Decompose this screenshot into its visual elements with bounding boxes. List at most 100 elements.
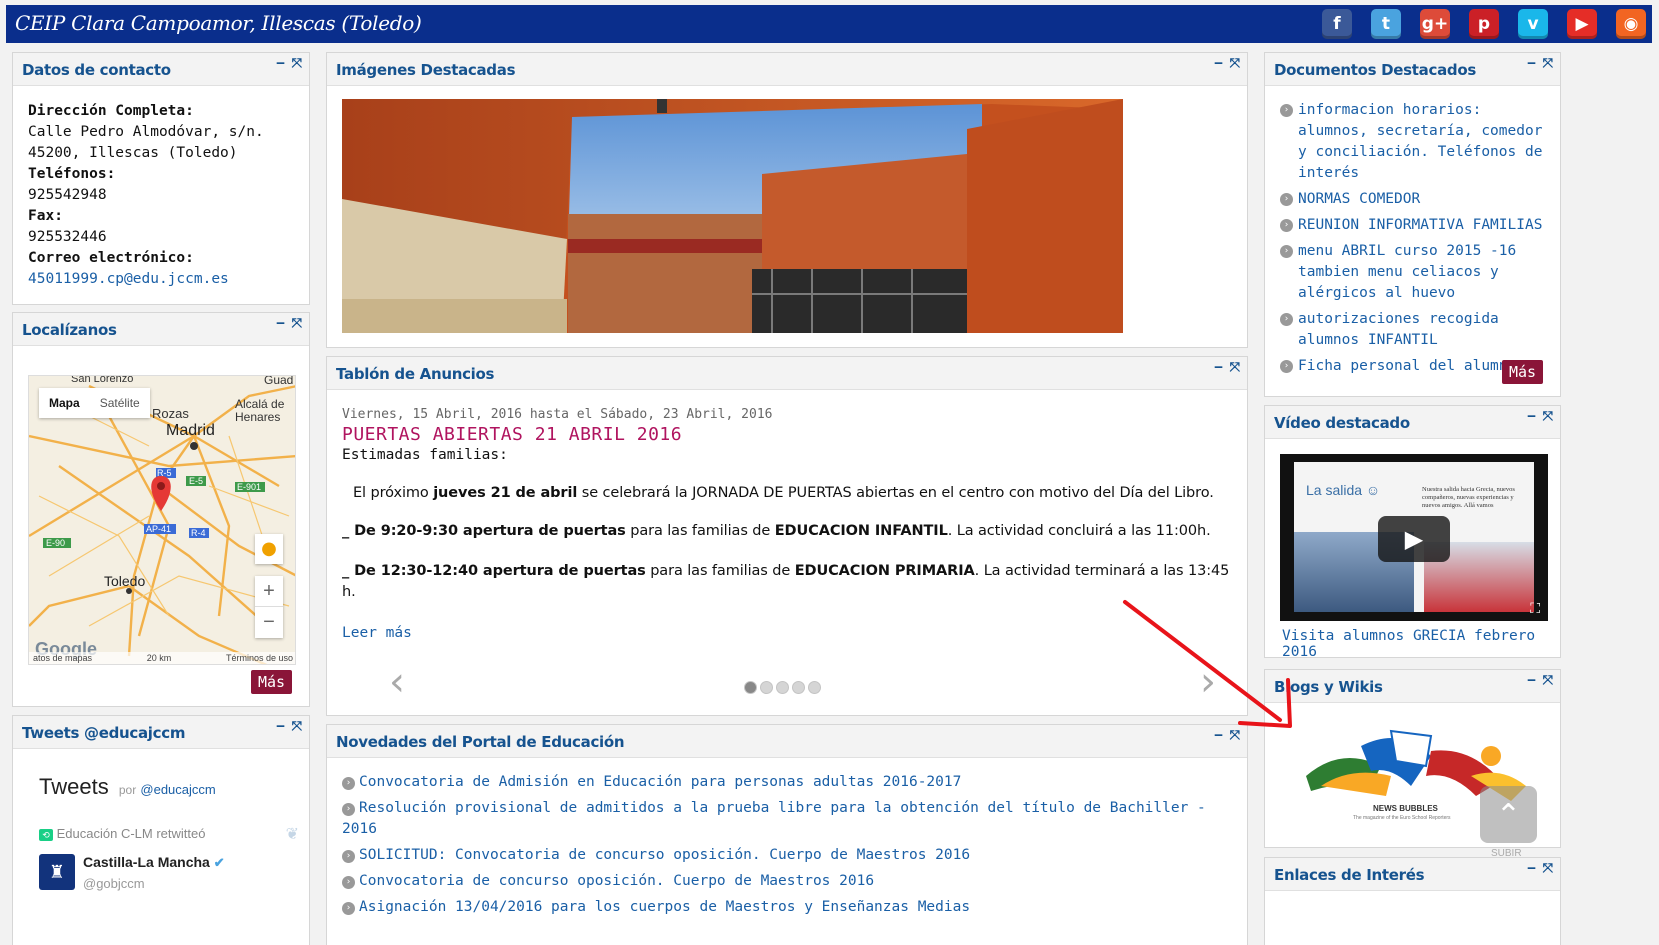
carousel-dot[interactable] xyxy=(808,681,821,694)
panel-header: Tweets @educajccm ‒ ⤧ xyxy=(13,716,309,749)
news-item[interactable]: › Convocatoria de Admisión en Educación p… xyxy=(342,772,1237,793)
vimeo-icon[interactable]: v xyxy=(1518,9,1548,39)
top-bar: CEIP Clara Campoamor, Illescas (Toledo) … xyxy=(6,5,1652,43)
panel-title: Vídeo destacado xyxy=(1274,414,1410,432)
minimize-icon[interactable]: ‒ xyxy=(1527,673,1536,688)
featured-photo[interactable] xyxy=(342,99,1123,333)
youtube-icon[interactable]: ▶ xyxy=(1567,9,1597,39)
document-link[interactable]: informacion horarios: alumnos, secretarí… xyxy=(1298,102,1542,181)
tweets-handle-link[interactable]: @educajccm xyxy=(140,782,215,797)
minimize-icon[interactable]: ‒ xyxy=(1527,861,1536,876)
author-handle[interactable]: @gobjccm xyxy=(83,876,145,891)
street-view-icon[interactable]: ● xyxy=(255,534,283,564)
carousel-dot[interactable] xyxy=(760,681,773,694)
panel-title: Datos de contacto xyxy=(22,61,171,79)
phone-value: 925542948 xyxy=(28,187,107,203)
maximize-icon[interactable]: ⤧ xyxy=(1543,409,1553,424)
document-link[interactable]: Ficha personal del alumno xyxy=(1298,358,1516,374)
bullet-arrow-icon: › xyxy=(342,777,355,790)
carousel-dot[interactable] xyxy=(792,681,805,694)
document-item[interactable]: › autorizaciones recogida alumnos INFANTI… xyxy=(1280,309,1552,351)
video-caption-link[interactable]: Visita alumnos GRECIA febrero 2016 xyxy=(1282,628,1560,660)
play-icon[interactable]: ▶ xyxy=(1378,516,1450,562)
notice-headline[interactable]: PUERTAS ABIERTAS 21 ABRIL 2016 xyxy=(342,424,1237,445)
document-link[interactable]: autorizaciones recogida alumnos INFANTIL xyxy=(1298,311,1499,348)
bullet-arrow-icon: › xyxy=(1280,360,1293,373)
news-link[interactable]: SOLICITUD: Convocatoria de concurso opos… xyxy=(359,847,970,863)
google-map[interactable]: Mapa Satélite San Lorenzo Guad Rozas Mad… xyxy=(28,375,296,665)
notice-paragraph: El próximo jueves 21 de abril se celebra… xyxy=(342,485,1237,501)
news-item[interactable]: › SOLICITUD: Convocatoria de concurso opo… xyxy=(342,845,1237,866)
author-name[interactable]: Castilla-La Mancha ✔ xyxy=(83,854,225,871)
maximize-icon[interactable]: ⤧ xyxy=(1230,360,1240,375)
document-link[interactable]: menu ABRIL curso 2015 -16 tambien menu c… xyxy=(1298,243,1516,301)
news-item[interactable]: › Asignación 13/04/2016 para los cuerpos … xyxy=(342,897,1237,918)
document-item[interactable]: › NORMAS COMEDOR xyxy=(1280,189,1552,210)
carousel-prev-button[interactable]: ‹ xyxy=(389,662,405,702)
text-run-bold: EDUCACION INFANTIL xyxy=(774,523,948,539)
pinterest-icon[interactable]: p xyxy=(1469,9,1499,39)
document-item[interactable]: › informacion horarios: alumnos, secretar… xyxy=(1280,100,1552,184)
rss-icon[interactable]: ◉ xyxy=(1616,9,1646,39)
maximize-icon[interactable]: ⤧ xyxy=(292,719,302,734)
carousel-dot[interactable] xyxy=(744,681,757,694)
document-link[interactable]: REUNION INFORMATIVA FAMILIAS xyxy=(1298,217,1542,233)
minimize-icon[interactable]: ‒ xyxy=(276,719,285,734)
fullscreen-icon[interactable]: ⛶ xyxy=(1530,601,1540,617)
address-label: Dirección Completa: xyxy=(28,103,194,119)
zoom-in-button[interactable]: + xyxy=(255,576,283,607)
news-link[interactable]: Asignación 13/04/2016 para los cuerpos d… xyxy=(359,899,970,915)
bullet-arrow-icon: › xyxy=(342,850,355,863)
map-label: Rozas xyxy=(152,406,189,421)
news-link[interactable]: Convocatoria de Admisión en Educación pa… xyxy=(359,774,961,790)
panel-header: Vídeo destacado ‒ ⤧ xyxy=(1265,406,1560,439)
scroll-to-top-button[interactable]: ⌃ xyxy=(1480,786,1537,843)
email-label: Correo electrónico: xyxy=(28,250,194,266)
bullet-arrow-icon: › xyxy=(1280,193,1293,206)
maximize-icon[interactable]: ⤧ xyxy=(1230,56,1240,71)
maximize-icon[interactable]: ⤧ xyxy=(292,316,302,331)
minimize-icon[interactable]: ‒ xyxy=(1214,56,1223,71)
zoom-out-button[interactable]: − xyxy=(255,607,283,638)
maximize-icon[interactable]: ⤧ xyxy=(1543,56,1553,71)
twitter-icon[interactable]: t xyxy=(1371,9,1401,39)
minimize-icon[interactable]: ‒ xyxy=(1527,409,1536,424)
tweets-heading: Tweets xyxy=(39,774,109,799)
maximize-icon[interactable]: ⤧ xyxy=(1543,861,1553,876)
notice-date: Viernes, 15 Abril, 2016 hasta el Sábado,… xyxy=(342,407,773,422)
avatar[interactable]: ♜ xyxy=(39,854,75,890)
road-label: R-4 xyxy=(191,528,206,538)
twitter-bird-icon[interactable]: ❦ xyxy=(286,824,299,844)
contact-details: Dirección Completa: Calle Pedro Almodóva… xyxy=(28,101,303,290)
maximize-icon[interactable]: ⤧ xyxy=(292,56,302,71)
minimize-icon[interactable]: ‒ xyxy=(276,56,285,71)
carousel-dot[interactable] xyxy=(776,681,789,694)
map-label: Toledo xyxy=(104,573,146,589)
map-terms-link[interactable]: Términos de uso xyxy=(226,653,293,664)
document-item[interactable]: › REUNION INFORMATIVA FAMILIAS xyxy=(1280,215,1552,236)
news-link[interactable]: Convocatoria de concurso oposición. Cuer… xyxy=(359,873,874,889)
panel-header: Enlaces de Interés ‒ ⤧ xyxy=(1265,858,1560,891)
more-button[interactable]: Más xyxy=(1502,360,1544,384)
carousel-dots xyxy=(744,680,824,698)
document-link[interactable]: NORMAS COMEDOR xyxy=(1298,191,1420,207)
panel-title: Tweets @educajccm xyxy=(22,724,186,742)
phones-label: Teléfonos: xyxy=(28,166,116,182)
map-tab-map[interactable]: Mapa xyxy=(39,388,90,418)
googleplus-icon[interactable]: g+ xyxy=(1420,9,1450,39)
facebook-icon[interactable]: f xyxy=(1322,9,1352,39)
email-link[interactable]: 45011999.cp@edu.jccm.es xyxy=(28,269,303,290)
video-player[interactable]: La salida ☺ Nuestra salida hacia Grecia,… xyxy=(1280,454,1548,621)
minimize-icon[interactable]: ‒ xyxy=(1527,56,1536,71)
news-item[interactable]: › Convocatoria de concurso oposición. Cue… xyxy=(342,871,1237,892)
maximize-icon[interactable]: ⤧ xyxy=(1543,673,1553,688)
document-item[interactable]: › menu ABRIL curso 2015 -16 tambien menu … xyxy=(1280,241,1552,304)
map-tab-satellite[interactable]: Satélite xyxy=(90,388,150,418)
text-run-bold: EDUCACION PRIMARIA xyxy=(794,563,975,579)
news-link[interactable]: Resolución provisional de admitidos a la… xyxy=(342,800,1206,837)
minimize-icon[interactable]: ‒ xyxy=(1214,360,1223,375)
minimize-icon[interactable]: ‒ xyxy=(276,316,285,331)
video-thumb-text: Nuestra salida hacia Grecia, nuevos comp… xyxy=(1422,486,1515,509)
news-item[interactable]: › Resolución provisional de admitidos a l… xyxy=(342,798,1237,840)
more-button[interactable]: Más xyxy=(251,670,293,694)
